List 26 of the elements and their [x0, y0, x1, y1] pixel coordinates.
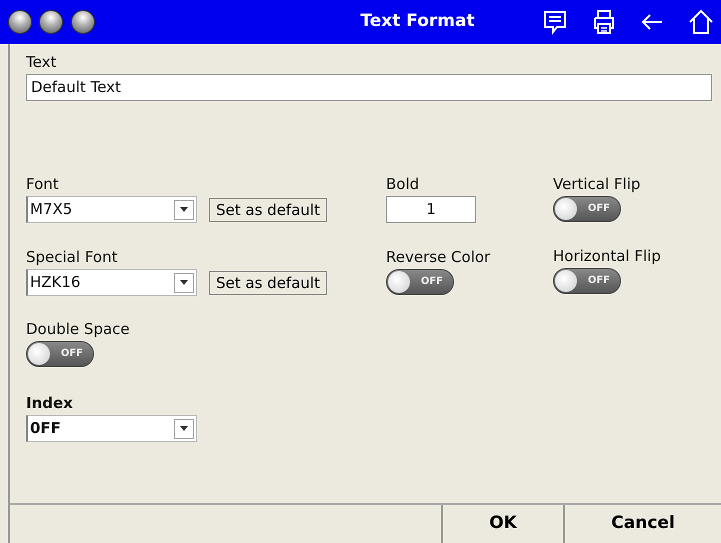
message-icon[interactable] — [542, 9, 568, 35]
text-input-field[interactable]: Default Text — [26, 74, 712, 101]
field-label: Reverse Color — [386, 248, 492, 266]
window-button[interactable] — [39, 10, 63, 34]
field-label: Double Space — [26, 320, 131, 338]
dropdown-field[interactable]: HZK16 — [26, 269, 197, 296]
field-label: Horizontal Flip — [553, 247, 661, 265]
toggle-switch[interactable]: OFF — [553, 196, 621, 222]
set-default-button[interactable]: Set as default — [209, 270, 327, 294]
dropdown-field[interactable]: M7X5 — [26, 196, 197, 223]
window-title: Text Format — [359, 10, 476, 34]
field-label: Bold — [386, 175, 420, 193]
set-default-button[interactable]: Set as default — [209, 198, 327, 222]
field-label: Font — [26, 175, 60, 193]
home-icon[interactable] — [688, 9, 714, 35]
toggle-switch[interactable]: OFF — [26, 341, 94, 367]
dropdown-field[interactable]: 0FF — [26, 415, 197, 442]
toggle-switch[interactable]: OFF — [553, 268, 621, 294]
bold-input-field[interactable]: 1 — [386, 196, 476, 223]
field-label: Index — [26, 394, 74, 412]
field-label: Vertical Flip — [553, 175, 642, 193]
field-label: Special Font — [26, 248, 118, 266]
window-button[interactable] — [8, 10, 32, 34]
field-label: Text — [26, 53, 58, 71]
window-button[interactable] — [70, 10, 94, 34]
toggle-switch[interactable]: OFF — [386, 269, 454, 295]
